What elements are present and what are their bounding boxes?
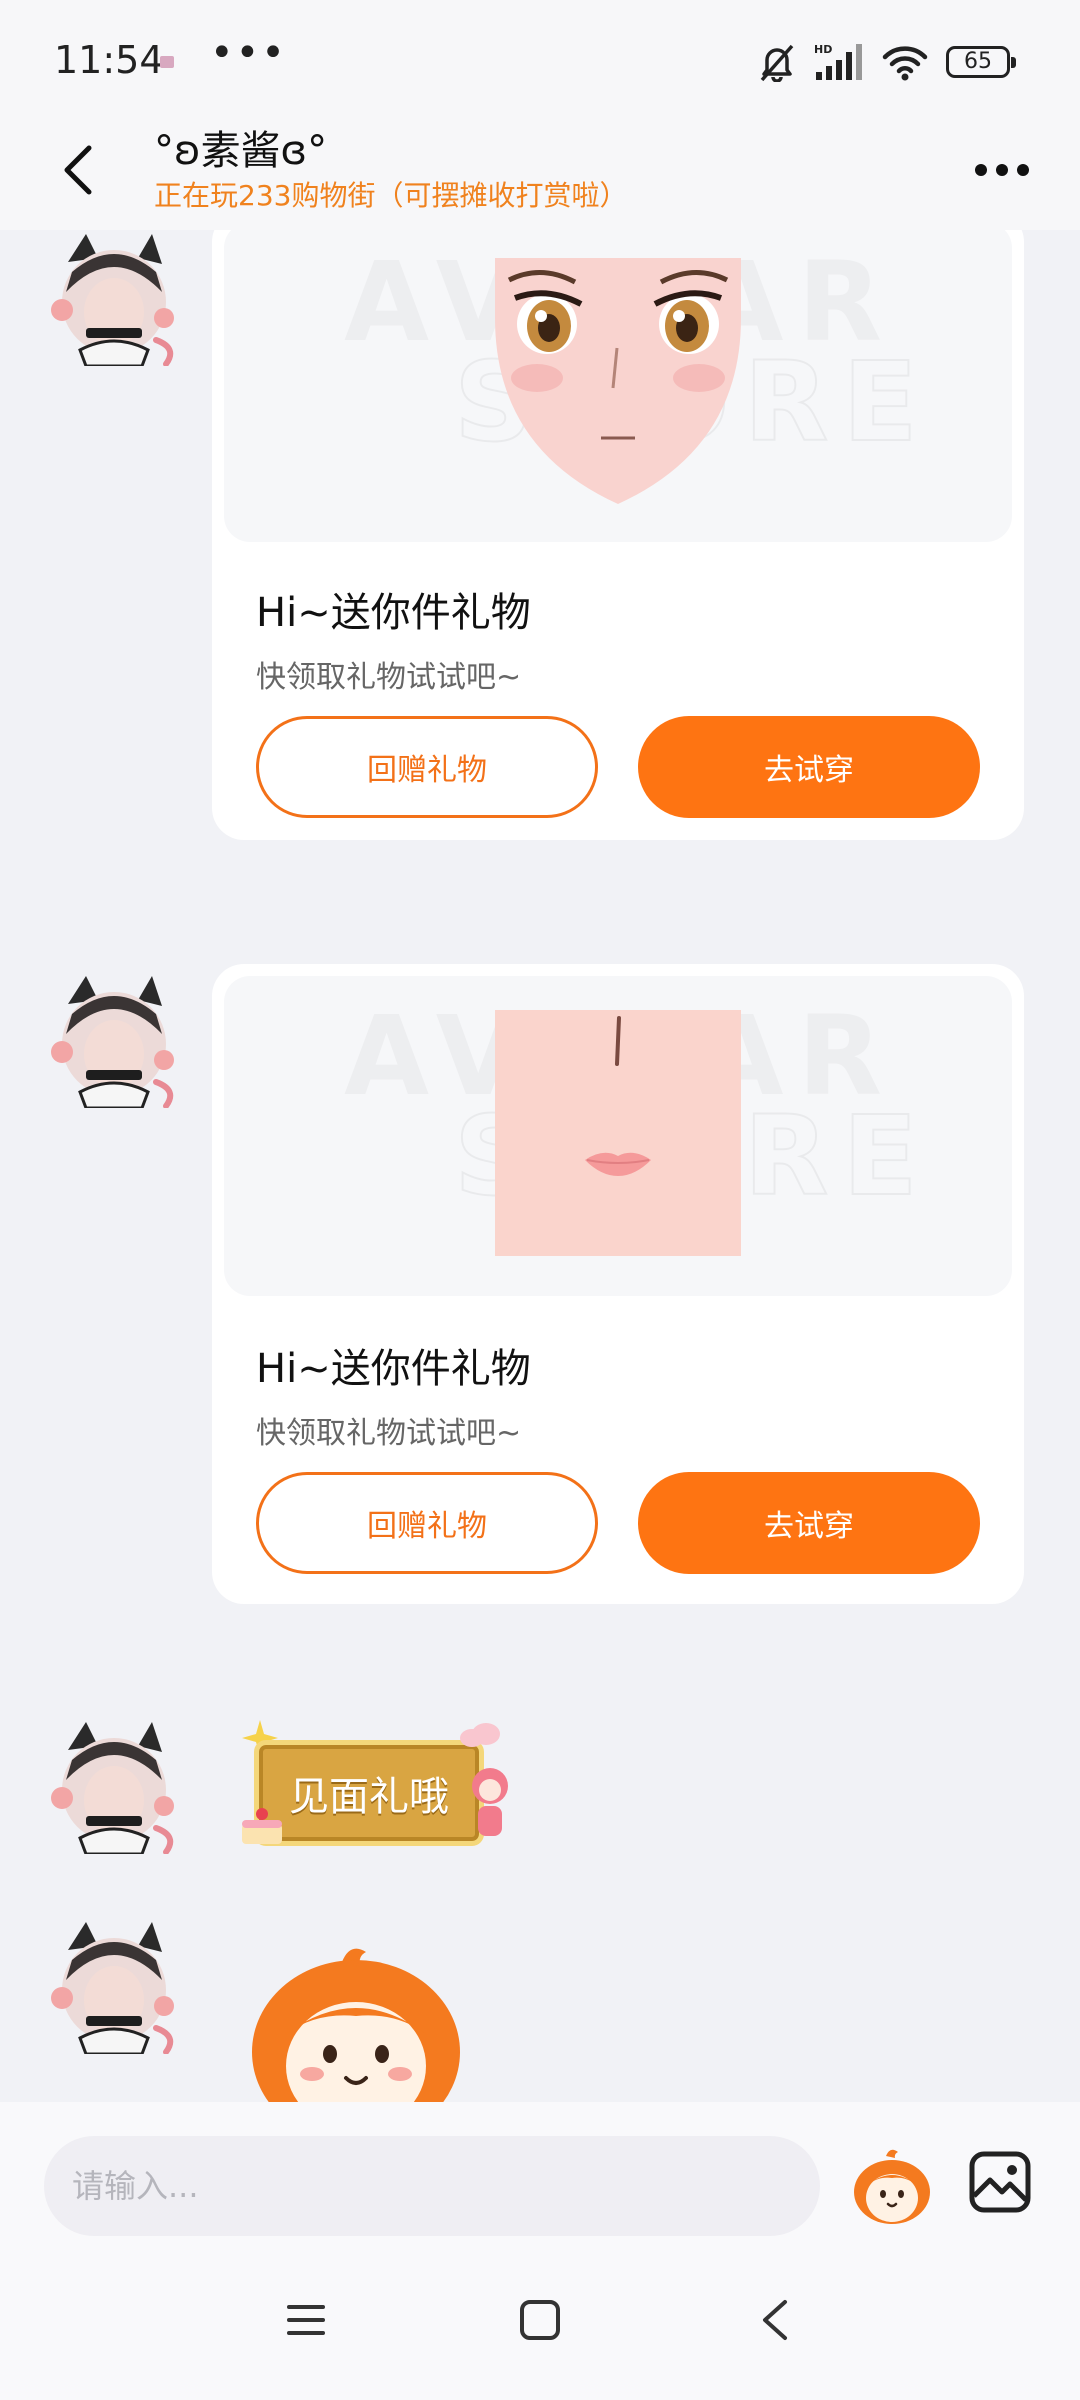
character-icon [472,1768,508,1836]
gift-card[interactable]: AVATARSTORE Hi~送你件礼物 快领取礼物试试吧~ 回赠礼物 去试穿 [212,964,1024,1604]
return-gift-button[interactable]: 回赠礼物 [256,1472,598,1574]
image-icon [969,2151,1031,2213]
gift-preview-image[interactable]: AVATARSTORE [224,230,1012,542]
avatar[interactable] [46,1720,180,1856]
home-square-icon [520,2300,560,2340]
face-mouth-icon [495,1010,741,1256]
gift-card-subtitle: 快领取礼物试试吧~ [256,660,522,695]
message-input[interactable] [44,2136,820,2236]
chat-title: °ʚ素酱ɞ° [154,128,328,174]
try-on-button[interactable]: 去试穿 [638,1472,980,1574]
gift-card-title: Hi~送你件礼物 [256,590,531,636]
avatar[interactable] [46,1920,180,2056]
chat-message-list[interactable]: AVATARSTORE Hi~送你件礼物 [0,230,1080,2102]
cake-icon [242,1808,282,1844]
back-triangle-icon [763,2300,787,2340]
wifi-icon [882,46,928,81]
status-more: ••• [210,30,287,76]
back-button[interactable] [48,130,108,210]
cloud-icon [460,1723,500,1747]
menu-icon [287,2305,325,2335]
chevron-left-icon [64,145,92,195]
more-options-button[interactable] [968,146,1036,194]
more-horizontal-icon [975,164,1029,176]
mascot-emoji-icon [854,2149,930,2224]
avatar[interactable] [46,974,180,1110]
return-gift-button[interactable]: 回赠礼物 [256,716,598,818]
image-button[interactable] [968,2150,1032,2214]
face-eyes-icon [495,258,741,504]
welcome-gift-sticker[interactable]: 见面礼哦 [236,1718,516,1848]
nav-back-button[interactable] [734,2290,814,2350]
gift-preview-image[interactable]: AVATARSTORE [224,976,1012,1296]
battery-icon: 65 [946,46,1016,78]
signal-icon: HD [814,43,862,80]
home-button[interactable] [500,2290,580,2350]
notification-icon [160,56,174,68]
status-time: 11:54 [54,38,164,82]
system-navigation-bar [0,2252,1080,2400]
mascot-sticker-icon [252,1948,460,2102]
mascot-sticker[interactable] [246,1942,476,2102]
status-bar: 11:54 ••• HD 65 [0,0,1080,110]
emoji-button[interactable] [850,2146,934,2226]
gift-card-title: Hi~送你件礼物 [256,1346,531,1392]
mute-bell-icon [760,44,794,82]
message-input-bar [0,2102,1080,2252]
sticker-text: 见面礼哦 [254,1740,484,1846]
gift-card-subtitle: 快领取礼物试试吧~ [256,1416,522,1451]
status-icons: HD 65 [758,40,1016,84]
svg-text:HD: HD [814,43,832,56]
avatar[interactable] [46,232,180,368]
chat-header: °ʚ素酱ɞ° 正在玩233购物街（可摆摊收打赏啦） [0,110,1080,230]
gift-card[interactable]: AVATARSTORE Hi~送你件礼物 [212,230,1024,840]
chat-activity-status[interactable]: 正在玩233购物街（可摆摊收打赏啦） [154,174,627,214]
try-on-button[interactable]: 去试穿 [638,716,980,818]
menu-button[interactable] [266,2290,346,2350]
